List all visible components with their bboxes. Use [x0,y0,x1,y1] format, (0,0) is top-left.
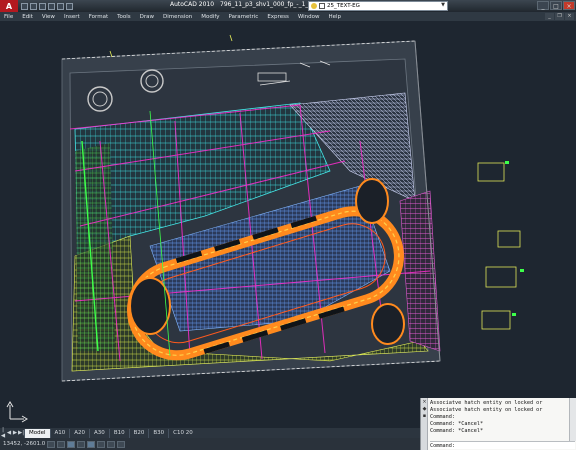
menu-express[interactable]: Express [263,14,293,20]
layout-tab-bar: |◀ ◀ ▶ ▶| Model A10 A20 A30 B10 B20 B30 … [0,427,420,439]
menu-help[interactable]: Help [325,14,347,20]
tab-a30[interactable]: A30 [89,428,109,438]
menu-format[interactable]: Format [85,14,113,20]
command-window: × ◆ ▪ Associatve hatch entity on locked … [420,398,576,450]
chevron-down-icon[interactable]: ▼ [439,2,447,10]
menu-view[interactable]: View [38,14,60,20]
autocad-logo-icon[interactable]: A [0,0,18,12]
command-history-line: Command: [430,414,455,420]
doc-close-icon[interactable]: × [565,13,574,20]
title-bar: A AutoCAD 2010 796_11_p3_shv1_000_fp_-_1_… [0,0,576,12]
tab-b10[interactable]: B10 [108,428,129,438]
command-history-line: Associatve hatch entity on locked or [430,407,543,413]
osnap-toggle[interactable] [87,440,96,448]
window-title: AutoCAD 2010 796_11_p3_shv1_000_fp_-_1_0_… [170,1,321,8]
qsave-icon[interactable] [39,2,46,10]
doc-minimize-icon[interactable]: _ [545,13,554,20]
otrack-toggle[interactable] [97,440,106,448]
app-title: AutoCAD 2010 [170,1,215,8]
layer-color-icon [319,3,325,9]
floor-plan-drawing [6,34,524,423]
menu-bar: File Edit View Insert Format Tools Draw … [0,12,576,21]
coordinate-readout: 13452, -2601.0 [3,441,46,447]
menu-tools[interactable]: Tools [113,14,136,20]
layer-dropdown[interactable]: 25_TEXT-EG ▼ [308,1,448,11]
tab-a10[interactable]: A10 [49,428,70,438]
dyn-toggle[interactable] [117,440,126,448]
ducs-toggle[interactable] [107,440,116,448]
properties-icon[interactable]: ◆ [422,407,427,412]
close-icon[interactable]: × [563,1,575,10]
menu-parametric[interactable]: Parametric [225,14,264,20]
command-history-line: Command: *Cancel* [430,421,484,427]
menu-insert[interactable]: Insert [60,14,85,20]
menu-edit[interactable]: Edit [18,14,38,20]
tab-model[interactable]: Model [24,428,50,438]
command-history: Associatve hatch entity on locked or Ass… [430,400,568,435]
menu-modify[interactable]: Modify [197,14,224,20]
maximize-icon[interactable]: □ [550,1,562,10]
close-icon[interactable]: × [422,400,427,405]
qopen-icon[interactable] [30,2,37,10]
plot-icon[interactable] [66,2,73,10]
autohide-icon[interactable]: ▪ [422,414,427,419]
doc-restore-icon[interactable]: ❐ [555,13,564,20]
tab-b30[interactable]: B30 [148,428,168,438]
command-history-line: Associatve hatch entity on locked or [430,400,543,406]
command-history-line: Command: *Cancel* [430,428,484,434]
tab-b20[interactable]: B20 [128,428,149,438]
menu-file[interactable]: File [0,14,18,20]
autocad-window: A AutoCAD 2010 796_11_p3_shv1_000_fp_-_1_… [0,0,576,450]
menu-draw[interactable]: Draw [136,14,159,20]
drawing-canvas[interactable] [0,21,576,428]
ortho-toggle[interactable] [67,440,76,448]
tab-c10-20[interactable]: C10 20 [168,428,197,438]
layer-lamp-icon [311,3,317,9]
menu-dimension[interactable]: Dimension [159,14,197,20]
redo-icon[interactable] [57,2,64,10]
document-controls: _ ❐ × [545,13,574,20]
command-scrollbar[interactable] [569,398,576,441]
document-name: 796_11_p3_shv1_000_fp_-_1_0_... [220,1,321,8]
status-bar: 13452, -2601.0 [0,438,420,450]
command-window-grip[interactable]: × ◆ ▪ [421,398,428,450]
undo-icon[interactable] [48,2,55,10]
window-controls: _ □ × [537,1,575,10]
qnew-icon[interactable] [21,2,28,10]
command-input[interactable]: Command: [430,441,575,449]
quick-access-toolbar [21,2,73,10]
tab-a20[interactable]: A20 [69,428,89,438]
polar-toggle[interactable] [77,440,86,448]
layer-value: 25_TEXT-EG [327,3,360,9]
minimize-icon[interactable]: _ [537,1,549,10]
grid-toggle[interactable] [57,440,66,448]
menu-window[interactable]: Window [294,14,325,20]
snap-toggle[interactable] [47,440,56,448]
